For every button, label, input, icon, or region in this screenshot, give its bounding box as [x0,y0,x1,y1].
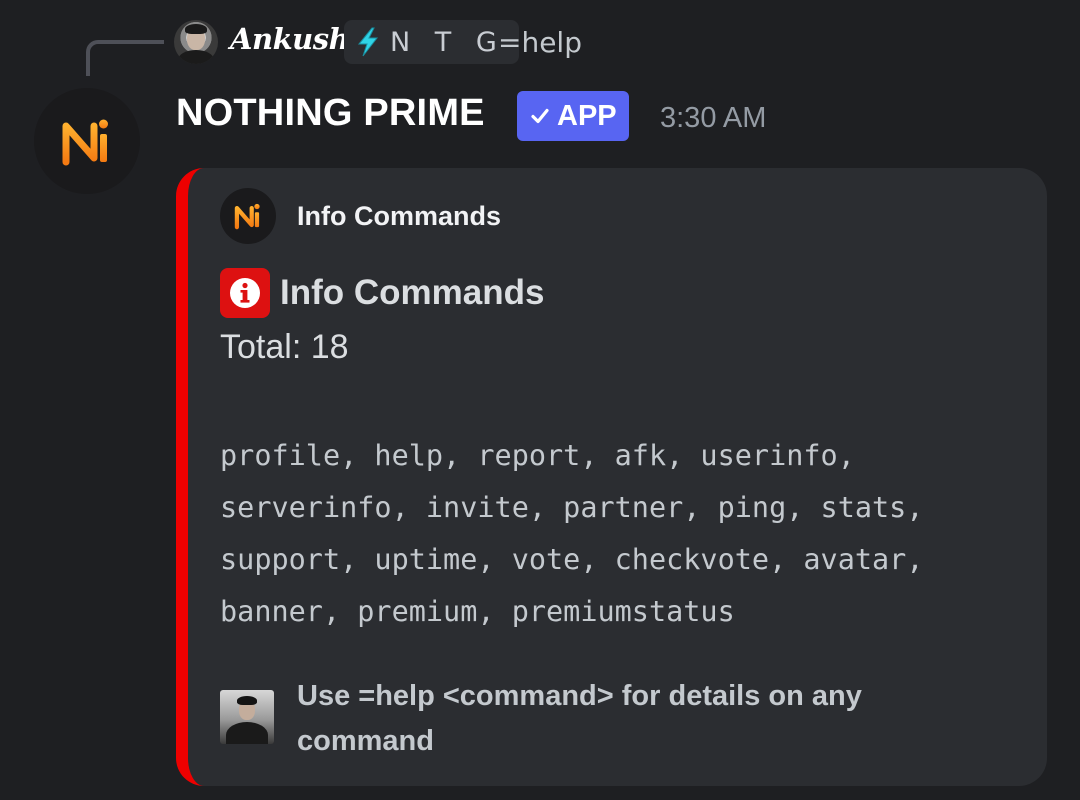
app-badge-label: APP [557,99,617,132]
app-badge: APP [517,91,629,141]
reply-connector-line [86,40,164,76]
embed-author-icon [220,188,276,244]
lightning-bolt-icon [357,27,379,57]
bot-avatar[interactable] [34,88,140,194]
message-timestamp[interactable]: 3:30 AM [660,102,766,135]
checkmark-icon [531,108,549,124]
info-icon [220,268,270,318]
chat-message-area: Ankush N T G =help NOTHING PRIME APP 3:3… [0,0,1080,800]
embed-command-list: profile, help, report, afk, userinfo, se… [220,439,924,628]
nothing-prime-logo-icon [234,203,260,230]
bot-username[interactable]: NOTHING PRIME [176,92,485,135]
nothing-prime-logo-icon [62,119,108,166]
embed-footer-avatar [220,690,274,744]
reply-author-avatar[interactable] [174,20,218,64]
embed-title: Info Commands [280,273,545,312]
message-embed: Info Commands Info Commands Total: 18 pr… [176,168,1047,786]
embed-title-row: Info Commands [220,268,544,318]
reply-author-name[interactable]: Ankush [230,22,350,56]
reply-server-tag[interactable]: N T G [344,20,519,64]
embed-footer-text: Use =help <command> for details on any c… [297,680,862,757]
server-tag-label: N T G [390,26,505,58]
embed-total-count: Total: 18 [220,328,349,366]
embed-author-name: Info Commands [297,201,502,231]
reply-message-content[interactable]: =help [498,26,582,59]
